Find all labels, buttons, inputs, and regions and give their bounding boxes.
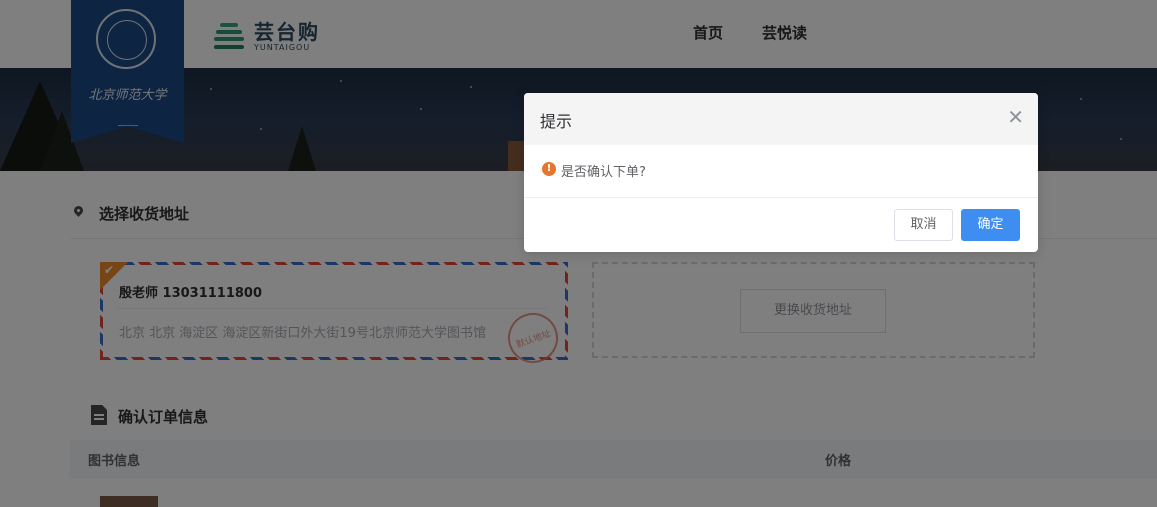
cancel-button[interactable]: 取消 — [894, 209, 953, 241]
dialog-title: 提示 — [540, 112, 573, 131]
confirm-button[interactable]: 确定 — [961, 209, 1020, 241]
dialog-header — [524, 93, 1038, 145]
dialog-message: 是否确认下单? — [561, 165, 646, 180]
confirm-dialog: 提示 ✕ ! 是否确认下单? 取消 确定 — [524, 93, 1038, 252]
modal-overlay[interactable] — [0, 0, 1157, 507]
warning-icon: ! — [542, 162, 556, 176]
close-icon[interactable]: ✕ — [1007, 105, 1024, 129]
